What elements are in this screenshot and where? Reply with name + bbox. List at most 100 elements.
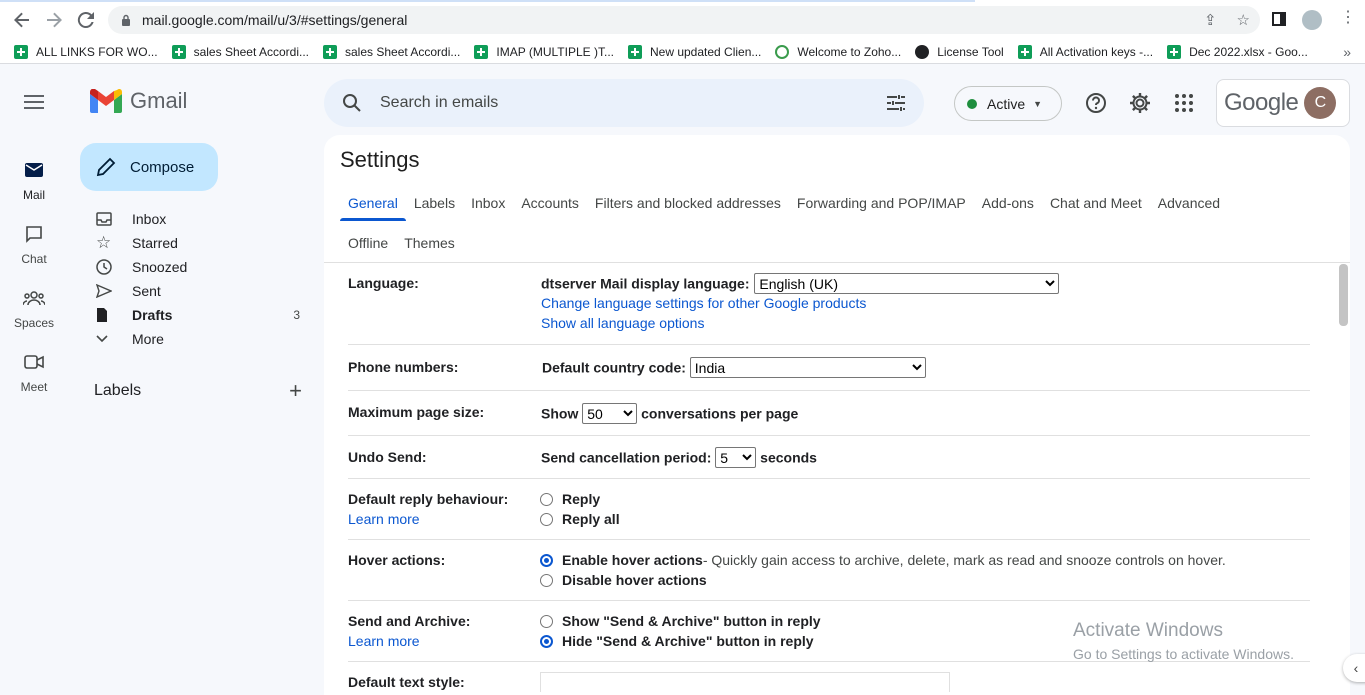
tab-add-ons[interactable]: Add-ons [974,185,1042,221]
zoho-icon [775,44,790,59]
setting-page-size: Maximum page size: Show 50 conversations… [348,391,1310,436]
chat-icon [18,218,50,250]
video-icon [18,346,50,378]
address-bar[interactable]: mail.google.com/mail/u/3/#settings/gener… [108,6,1260,34]
sheets-icon [627,44,642,59]
bookmark-item[interactable]: New updated Clien... [627,44,761,59]
side-panel-toggle-icon[interactable]: ‹ [1343,654,1365,682]
show-languages-link[interactable]: Show all language options [541,315,704,331]
google-logo: Google [1224,89,1299,116]
disable-hover-radio[interactable]: Disable hover actions [540,570,1226,590]
text-style-toolbar[interactable] [540,672,950,692]
country-code-select[interactable]: India [689,357,926,378]
nav-inbox[interactable]: Inbox [80,207,308,231]
bookmark-star-icon[interactable]: ☆ [1237,11,1250,29]
tab-chat-and-meet[interactable]: Chat and Meet [1042,185,1150,221]
sheets-icon [1167,44,1182,59]
gmail-logo[interactable]: Gmail [90,88,187,114]
lock-icon [122,14,130,26]
url-text: mail.google.com/mail/u/3/#settings/gener… [142,12,408,28]
folder-list: Inbox ☆ Starred Snoozed Sent Drafts 3 Mo… [80,207,308,351]
windows-activation-watermark: Activate Windows Go to Settings to activ… [1073,620,1294,662]
menu-dots-icon[interactable]: ⋮ [1340,10,1356,26]
bookmark-item[interactable]: Welcome to Zoho... [775,44,901,59]
search-bar[interactable]: Search in emails [324,79,924,127]
show-send-archive-radio[interactable]: Show "Send & Archive" button in reply [540,611,821,631]
tab-general[interactable]: General [340,185,406,221]
status-dot [967,98,977,109]
status-selector[interactable]: Active ▼ [954,86,1062,121]
nav-snoozed[interactable]: Snoozed [80,255,308,279]
setting-language: Language: dtserver Mail display language… [348,263,1310,345]
tab-themes[interactable]: Themes [396,225,463,261]
setting-reply: Default reply behaviour: Learn more Repl… [348,479,1310,540]
nav-sent[interactable]: Sent [80,279,308,303]
reply-learn-more-link[interactable]: Learn more [348,511,420,527]
settings-gear-icon[interactable] [1129,92,1151,114]
compose-button[interactable]: Compose [80,143,218,191]
settings-panel: Settings General Labels Inbox Accounts Filte… [324,135,1350,695]
tab-advanced[interactable]: Advanced [1150,185,1228,221]
nav-drafts[interactable]: Drafts 3 [80,303,308,327]
sheets-icon [14,44,28,59]
settings-scrollbar[interactable] [1336,262,1350,695]
send-archive-learn-more-link[interactable]: Learn more [348,633,420,649]
reply-radio[interactable]: Reply [540,489,620,509]
rail-mail[interactable]: Mail [0,154,68,202]
bookmark-item[interactable]: IMAP (MULTIPLE )T... [474,44,614,59]
add-label-icon[interactable]: + [289,378,302,404]
setting-hover: Hover actions: Enable hover actions - Qu… [348,540,1310,601]
bookmark-item[interactable]: Dec 2022.xlsx - Goo... [1167,44,1308,59]
nav-starred[interactable]: ☆ Starred [80,231,308,255]
labels-header: Labels + [94,378,302,404]
change-language-link[interactable]: Change language settings for other Googl… [541,295,866,311]
rail-spaces[interactable]: Spaces [0,282,68,330]
back-icon[interactable] [12,10,32,30]
tab-inbox[interactable]: Inbox [463,185,513,221]
tab-filters-and-blocked-addresses[interactable]: Filters and blocked addresses [587,185,789,221]
tab-labels[interactable]: Labels [406,185,463,221]
bookmark-item[interactable]: ALL LINKS FOR WO... [14,44,158,59]
bookmark-item[interactable]: License Tool [915,44,1004,59]
account-switcher[interactable]: Google C [1216,79,1350,127]
search-options-icon[interactable] [886,94,906,112]
bookmark-item[interactable]: sales Sheet Accordi... [323,44,460,59]
scroll-thumb[interactable] [1339,264,1348,326]
tab-forwarding-and-pop-imap[interactable]: Forwarding and POP/IMAP [789,185,974,221]
sheets-icon [171,44,186,59]
avatar: C [1304,87,1337,119]
help-icon[interactable] [1085,92,1107,114]
more-bookmarks-icon[interactable]: » [1343,44,1351,60]
undo-period-select[interactable]: 5 [715,447,757,468]
profile-avatar[interactable] [1302,10,1322,30]
bookmarks-bar: ALL LINKS FOR WO... sales Sheet Accordi..… [0,40,1365,64]
tab-accounts[interactable]: Accounts [513,185,587,221]
apps-grid-icon[interactable] [1173,92,1195,114]
tab-offline[interactable]: Offline [340,225,396,261]
setting-undo-send: Undo Send: Send cancellation period: 5 s… [348,436,1310,479]
page-size-select[interactable]: 50 [582,403,638,424]
search-icon[interactable] [342,93,362,113]
share-icon[interactable]: ⇪ [1204,11,1217,29]
settings-tabs: General Labels Inbox Accounts Filters and bl… [340,185,1340,261]
reload-icon[interactable] [76,10,96,30]
drafts-count: 3 [293,308,300,322]
inbox-icon [80,212,114,226]
hide-send-archive-radio[interactable]: Hide "Send & Archive" button in reply [540,631,821,651]
sidepanel-icon[interactable] [1272,12,1286,26]
gmail-m-icon [90,89,122,113]
bookmark-item[interactable]: All Activation keys -... [1017,44,1153,59]
rail-meet[interactable]: Meet [0,346,68,394]
rail-chat[interactable]: Chat [0,218,68,266]
language-select[interactable]: English (UK) [754,273,1060,294]
enable-hover-radio[interactable]: Enable hover actions - Quickly gain acce… [540,550,1226,570]
forward-icon[interactable] [44,10,64,30]
star-icon: ☆ [96,233,112,252]
reply-all-radio[interactable]: Reply all [540,509,620,529]
page-title: Settings [340,147,420,172]
search-input[interactable]: Search in emails [380,94,498,112]
bookmark-item[interactable]: sales Sheet Accordi... [171,44,309,59]
setting-text-style: Default text style: [348,662,1310,695]
spaces-icon [18,282,50,314]
nav-more[interactable]: More [80,327,308,351]
